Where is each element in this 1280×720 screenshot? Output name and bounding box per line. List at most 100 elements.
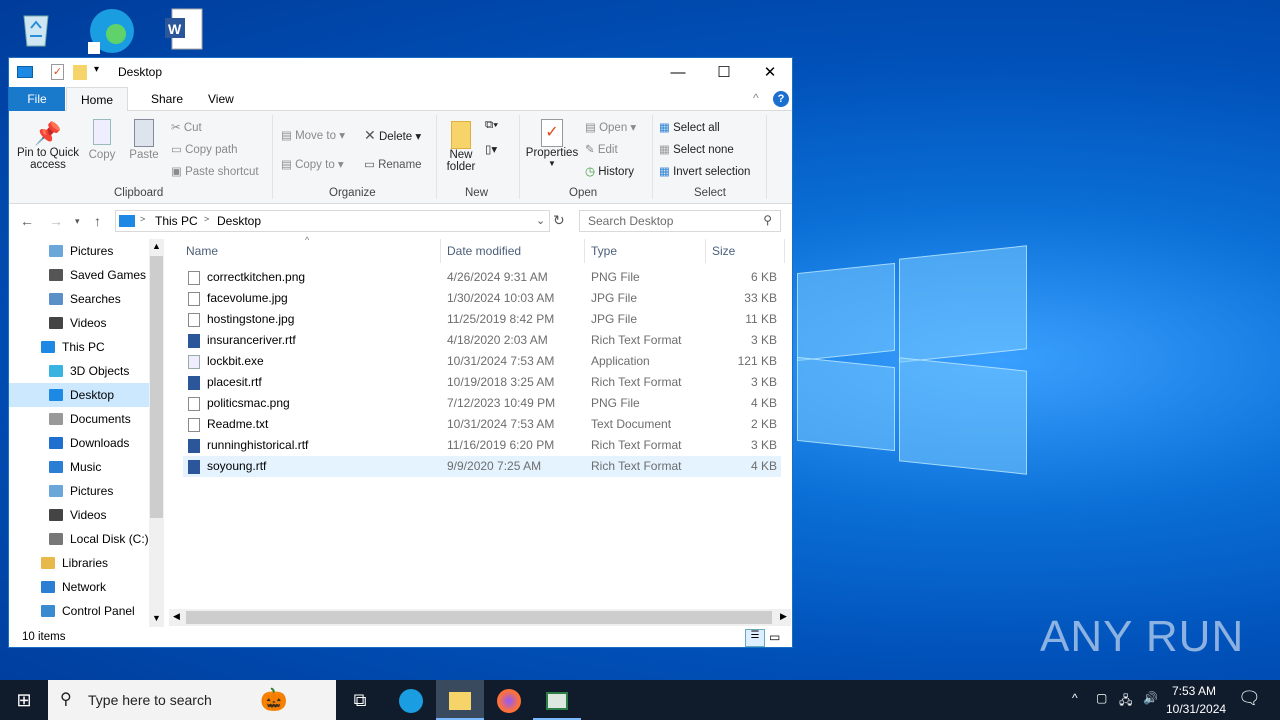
file-row[interactable]: Readme.txt 10/31/2024 7:53 AM Text Documen… xyxy=(183,414,781,435)
tab-home[interactable]: Home xyxy=(66,87,129,111)
show-hidden-icons-button[interactable]: ^ xyxy=(1072,691,1078,705)
minimize-button[interactable]: — xyxy=(655,58,701,87)
forward-button[interactable]: → xyxy=(49,213,63,229)
meet-now-icon[interactable]: ▢ xyxy=(1096,691,1107,705)
nav-item[interactable]: Searches xyxy=(9,287,149,311)
column-header-date[interactable]: Date modified xyxy=(441,239,585,263)
customize-quick-access-icon[interactable]: ▾ xyxy=(94,64,99,75)
paste-button[interactable]: Paste xyxy=(127,119,161,161)
breadcrumb-this-pc[interactable]: This PC xyxy=(155,214,198,228)
firefox-taskbar-icon[interactable] xyxy=(485,680,533,720)
address-bar[interactable]: > This PC > Desktop ⌄ xyxy=(115,210,550,232)
file-row[interactable]: facevolume.jpg 1/30/2024 10:03 AM JPG File… xyxy=(183,288,781,309)
edge-shortcut-icon[interactable] xyxy=(86,6,136,54)
scroll-right-icon[interactable]: ▶ xyxy=(780,611,787,622)
tab-view[interactable]: View xyxy=(194,87,248,111)
scroll-down-icon[interactable]: ▼ xyxy=(152,613,161,623)
file-explorer-taskbar-icon[interactable] xyxy=(436,680,484,720)
delete-button[interactable]: ✕ Delete ▾ xyxy=(364,127,421,144)
details-view-button[interactable]: ☰ xyxy=(745,629,765,647)
select-none-button[interactable]: ▦ Select none xyxy=(659,142,734,156)
volume-icon[interactable]: 🔊 xyxy=(1143,691,1158,705)
nav-item[interactable]: This PC xyxy=(9,335,149,359)
tab-share[interactable]: Share xyxy=(137,87,197,111)
tab-file[interactable]: File xyxy=(9,87,65,111)
new-item-icon[interactable]: ⧉▾ xyxy=(485,119,498,132)
pin-to-quick-access-button[interactable]: 📌 Pin to Quick access xyxy=(15,121,81,171)
help-icon[interactable]: ? xyxy=(773,91,789,107)
address-dropdown-icon[interactable]: ⌄ xyxy=(536,214,545,227)
edit-button[interactable]: ✎ Edit xyxy=(585,142,618,156)
group-label-clipboard: Clipboard xyxy=(114,187,164,199)
file-row[interactable]: lockbit.exe 10/31/2024 7:53 AM Application… xyxy=(183,351,781,372)
properties-quick-icon[interactable]: ✓ xyxy=(51,64,64,80)
large-icons-view-button[interactable]: ▭ xyxy=(769,630,780,644)
nav-item[interactable]: Downloads xyxy=(9,431,149,455)
column-header-name[interactable]: Name xyxy=(180,239,441,263)
select-all-button[interactable]: ▦ Select all xyxy=(659,120,720,134)
search-input[interactable]: Search Desktop ⚲ xyxy=(579,210,781,232)
horizontal-scroll-thumb[interactable] xyxy=(186,611,772,624)
nav-pane-scrollbar[interactable]: ▲ ▼ xyxy=(149,239,164,627)
start-button[interactable]: ⊞ xyxy=(0,680,48,720)
scroll-left-icon[interactable]: ◀ xyxy=(173,611,180,622)
cut-button[interactable]: ✂ Cut xyxy=(171,120,202,134)
column-header-size[interactable]: Size xyxy=(706,239,785,263)
nav-item[interactable]: 3D Objects xyxy=(9,359,149,383)
file-row[interactable]: placesit.rtf 10/19/2018 3:25 AM Rich Text … xyxy=(183,372,781,393)
nav-item[interactable]: Desktop xyxy=(9,383,149,407)
history-button[interactable]: ◷ History xyxy=(585,164,634,178)
clock-date[interactable]: 10/31/2024 xyxy=(1166,702,1226,716)
file-list-horizontal-scrollbar[interactable]: ◀ ▶ xyxy=(169,609,791,626)
maximize-button[interactable]: ☐ xyxy=(701,58,747,87)
scroll-up-icon[interactable]: ▲ xyxy=(152,241,161,251)
move-to-button[interactable]: ▤ Move to ▾ xyxy=(281,128,345,142)
nav-item[interactable]: Pictures xyxy=(9,239,149,263)
easy-access-icon[interactable]: ▯▾ xyxy=(485,142,497,156)
edge-taskbar-icon[interactable] xyxy=(387,680,435,720)
nav-item[interactable]: Music xyxy=(9,455,149,479)
recycle-bin-icon[interactable] xyxy=(14,6,64,54)
back-button[interactable]: ← xyxy=(20,213,34,229)
clock-time[interactable]: 7:53 AM xyxy=(1172,684,1216,698)
taskbar-search-box[interactable]: ⚲ Type here to search 🎃 xyxy=(48,680,336,720)
copy-button[interactable]: Copy xyxy=(87,119,117,161)
copy-path-button[interactable]: ▭ Copy path xyxy=(171,142,238,156)
file-row[interactable]: correctkitchen.png 4/26/2024 9:31 AM PNG F… xyxy=(183,267,781,288)
copy-to-button[interactable]: ▤ Copy to ▾ xyxy=(281,157,344,171)
open-button[interactable]: ▤ Open ▾ xyxy=(585,120,636,134)
nav-item[interactable]: Network xyxy=(9,575,149,599)
nav-item[interactable]: Pictures xyxy=(9,479,149,503)
paste-shortcut-button[interactable]: ▣ Paste shortcut xyxy=(171,164,259,178)
refresh-icon[interactable]: ↻ xyxy=(553,212,565,229)
recent-locations-button[interactable]: ▾ xyxy=(75,216,80,227)
notifications-icon[interactable]: 🗨 xyxy=(1238,688,1261,709)
network-icon[interactable]: 🖧 xyxy=(1119,691,1132,712)
properties-button[interactable]: ✓ Properties ▼ xyxy=(525,119,579,168)
new-folder-quick-icon[interactable] xyxy=(73,65,87,80)
close-button[interactable]: ✕ xyxy=(747,58,793,87)
nav-item[interactable]: Libraries xyxy=(9,551,149,575)
column-header-type[interactable]: Type xyxy=(585,239,706,263)
file-row[interactable]: hostingstone.jpg 11/25/2019 8:42 PM JPG Fi… xyxy=(183,309,781,330)
new-folder-button[interactable]: New folder xyxy=(443,121,479,173)
file-row[interactable]: soyoung.rtf 9/9/2020 7:25 AM Rich Text For… xyxy=(183,456,781,477)
breadcrumb-desktop[interactable]: Desktop xyxy=(217,214,261,228)
nav-item[interactable]: Saved Games xyxy=(9,263,149,287)
file-row[interactable]: runninghistorical.rtf 11/16/2019 6:20 PM R… xyxy=(183,435,781,456)
scrollbar-thumb[interactable] xyxy=(150,256,163,518)
collapse-ribbon-icon[interactable]: ^ xyxy=(753,91,759,105)
invert-selection-button[interactable]: ▦ Invert selection xyxy=(659,164,750,178)
app-taskbar-icon[interactable] xyxy=(533,680,581,720)
file-row[interactable]: politicsmac.png 7/12/2023 10:49 PM PNG Fil… xyxy=(183,393,781,414)
nav-item[interactable]: Local Disk (C:) xyxy=(9,527,149,551)
rename-button[interactable]: ▭ Rename xyxy=(364,157,422,171)
nav-item[interactable]: Videos xyxy=(9,311,149,335)
nav-item[interactable]: Control Panel xyxy=(9,599,149,623)
word-document-icon[interactable]: W xyxy=(162,6,212,54)
task-view-button[interactable]: ⧉ xyxy=(336,680,384,720)
up-button[interactable]: ↑ xyxy=(94,213,101,229)
file-row[interactable]: insuranceriver.rtf 4/18/2020 2:03 AM Rich … xyxy=(183,330,781,351)
nav-item[interactable]: Documents xyxy=(9,407,149,431)
nav-item[interactable]: Videos xyxy=(9,503,149,527)
